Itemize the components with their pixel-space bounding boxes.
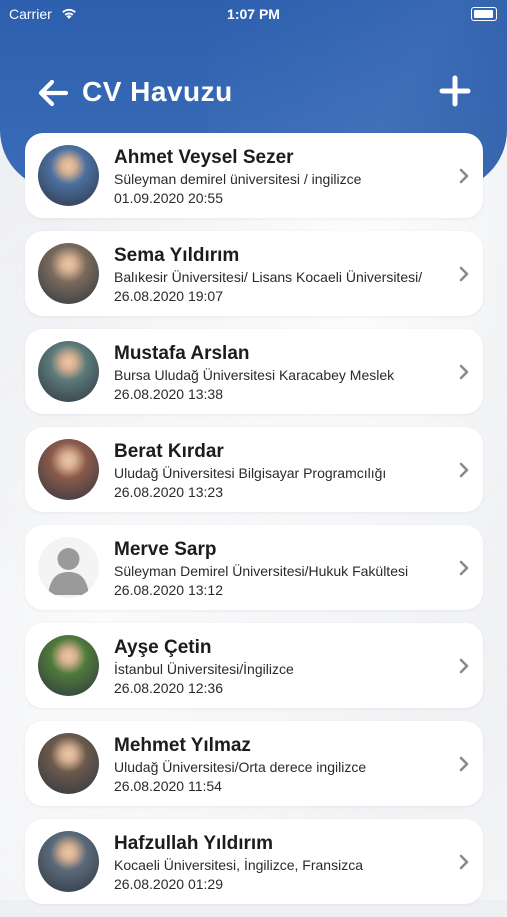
candidate-date: 26.08.2020 13:23 [114,484,223,500]
avatar [38,439,99,500]
list-item[interactable]: Sema Yıldırım Balıkesir Üniversitesi/ Lis… [25,231,483,316]
list-item[interactable]: Hafzullah Yıldırım Kocaeli Üniversitesi, … [25,819,483,904]
candidate-school: Süleyman demirel üniversitesi / ingilizc… [114,171,362,187]
candidate-date: 26.08.2020 01:29 [114,876,223,892]
candidate-school: Uludağ Üniversitesi/Orta derece ingilizc… [114,759,367,775]
list-item[interactable]: Mehmet Yılmaz Uludağ Üniversitesi/Orta de… [25,721,483,806]
chevron-right-icon [459,168,469,184]
candidate-date: 26.08.2020 13:12 [114,582,223,598]
candidate-date: 26.08.2020 19:07 [114,288,223,304]
list-item[interactable]: Merve Sarp Süleyman Demirel Üniversitesi/… [25,525,483,610]
candidate-school: Süleyman Demirel Üniversitesi/Hukuk Fakü… [114,563,409,579]
status-bar: Carrier 1:07 PM [0,0,507,28]
candidate-name: Merve Sarp [114,539,217,560]
chevron-right-icon [459,658,469,674]
chevron-right-icon [459,266,469,282]
clock: 1:07 PM [227,6,280,22]
chevron-right-icon [459,462,469,478]
candidate-name: Mustafa Arslan [114,343,250,364]
candidate-school: Kocaeli Üniversitesi, İngilizce, Fransiz… [114,857,363,873]
candidate-school: Balıkesir Üniversitesi/ Lisans Kocaeli Ü… [114,269,423,285]
chevron-right-icon [459,560,469,576]
chevron-right-icon [459,364,469,380]
candidate-name: Mehmet Yılmaz [114,735,251,756]
cv-list: Ahmet Veysel Sezer Süleyman demirel ünive… [25,133,483,917]
chevron-right-icon [459,854,469,870]
battery-icon [471,7,497,21]
page-title: CV Havuzu [82,76,233,107]
avatar [38,243,99,304]
avatar [38,341,99,402]
avatar [38,537,99,598]
candidate-school: İstanbul Üniversitesi/İngilizce [114,661,294,677]
back-button[interactable] [36,76,70,110]
avatar [38,831,99,892]
chevron-right-icon [459,756,469,772]
candidate-date: 01.09.2020 20:55 [114,190,223,206]
candidate-date: 26.08.2020 11:54 [114,778,222,794]
candidate-school: Uludağ Üniversitesi Bilgisayar Programcı… [114,465,387,481]
candidate-school: Bursa Uludağ Üniversitesi Karacabey Mesl… [114,367,395,383]
list-item[interactable]: Mustafa Arslan Bursa Uludağ Üniversitesi … [25,329,483,414]
list-item[interactable]: Ayşe Çetin İstanbul Üniversitesi/İngilizc… [25,623,483,708]
candidate-name: Ahmet Veysel Sezer [114,147,294,168]
candidate-name: Berat Kırdar [114,441,224,462]
candidate-date: 26.08.2020 12:36 [114,680,223,696]
add-button[interactable] [439,74,471,108]
avatar [38,733,99,794]
candidate-date: 26.08.2020 13:38 [114,386,223,402]
avatar [38,145,99,206]
candidate-name: Hafzullah Yıldırım [114,833,274,854]
candidate-name: Sema Yıldırım [114,245,240,266]
list-item[interactable]: Berat Kırdar Uludağ Üniversitesi Bilgisay… [25,427,483,512]
list-item[interactable]: Ahmet Veysel Sezer Süleyman demirel ünive… [25,133,483,218]
candidate-name: Ayşe Çetin [114,637,212,658]
avatar [38,635,99,696]
